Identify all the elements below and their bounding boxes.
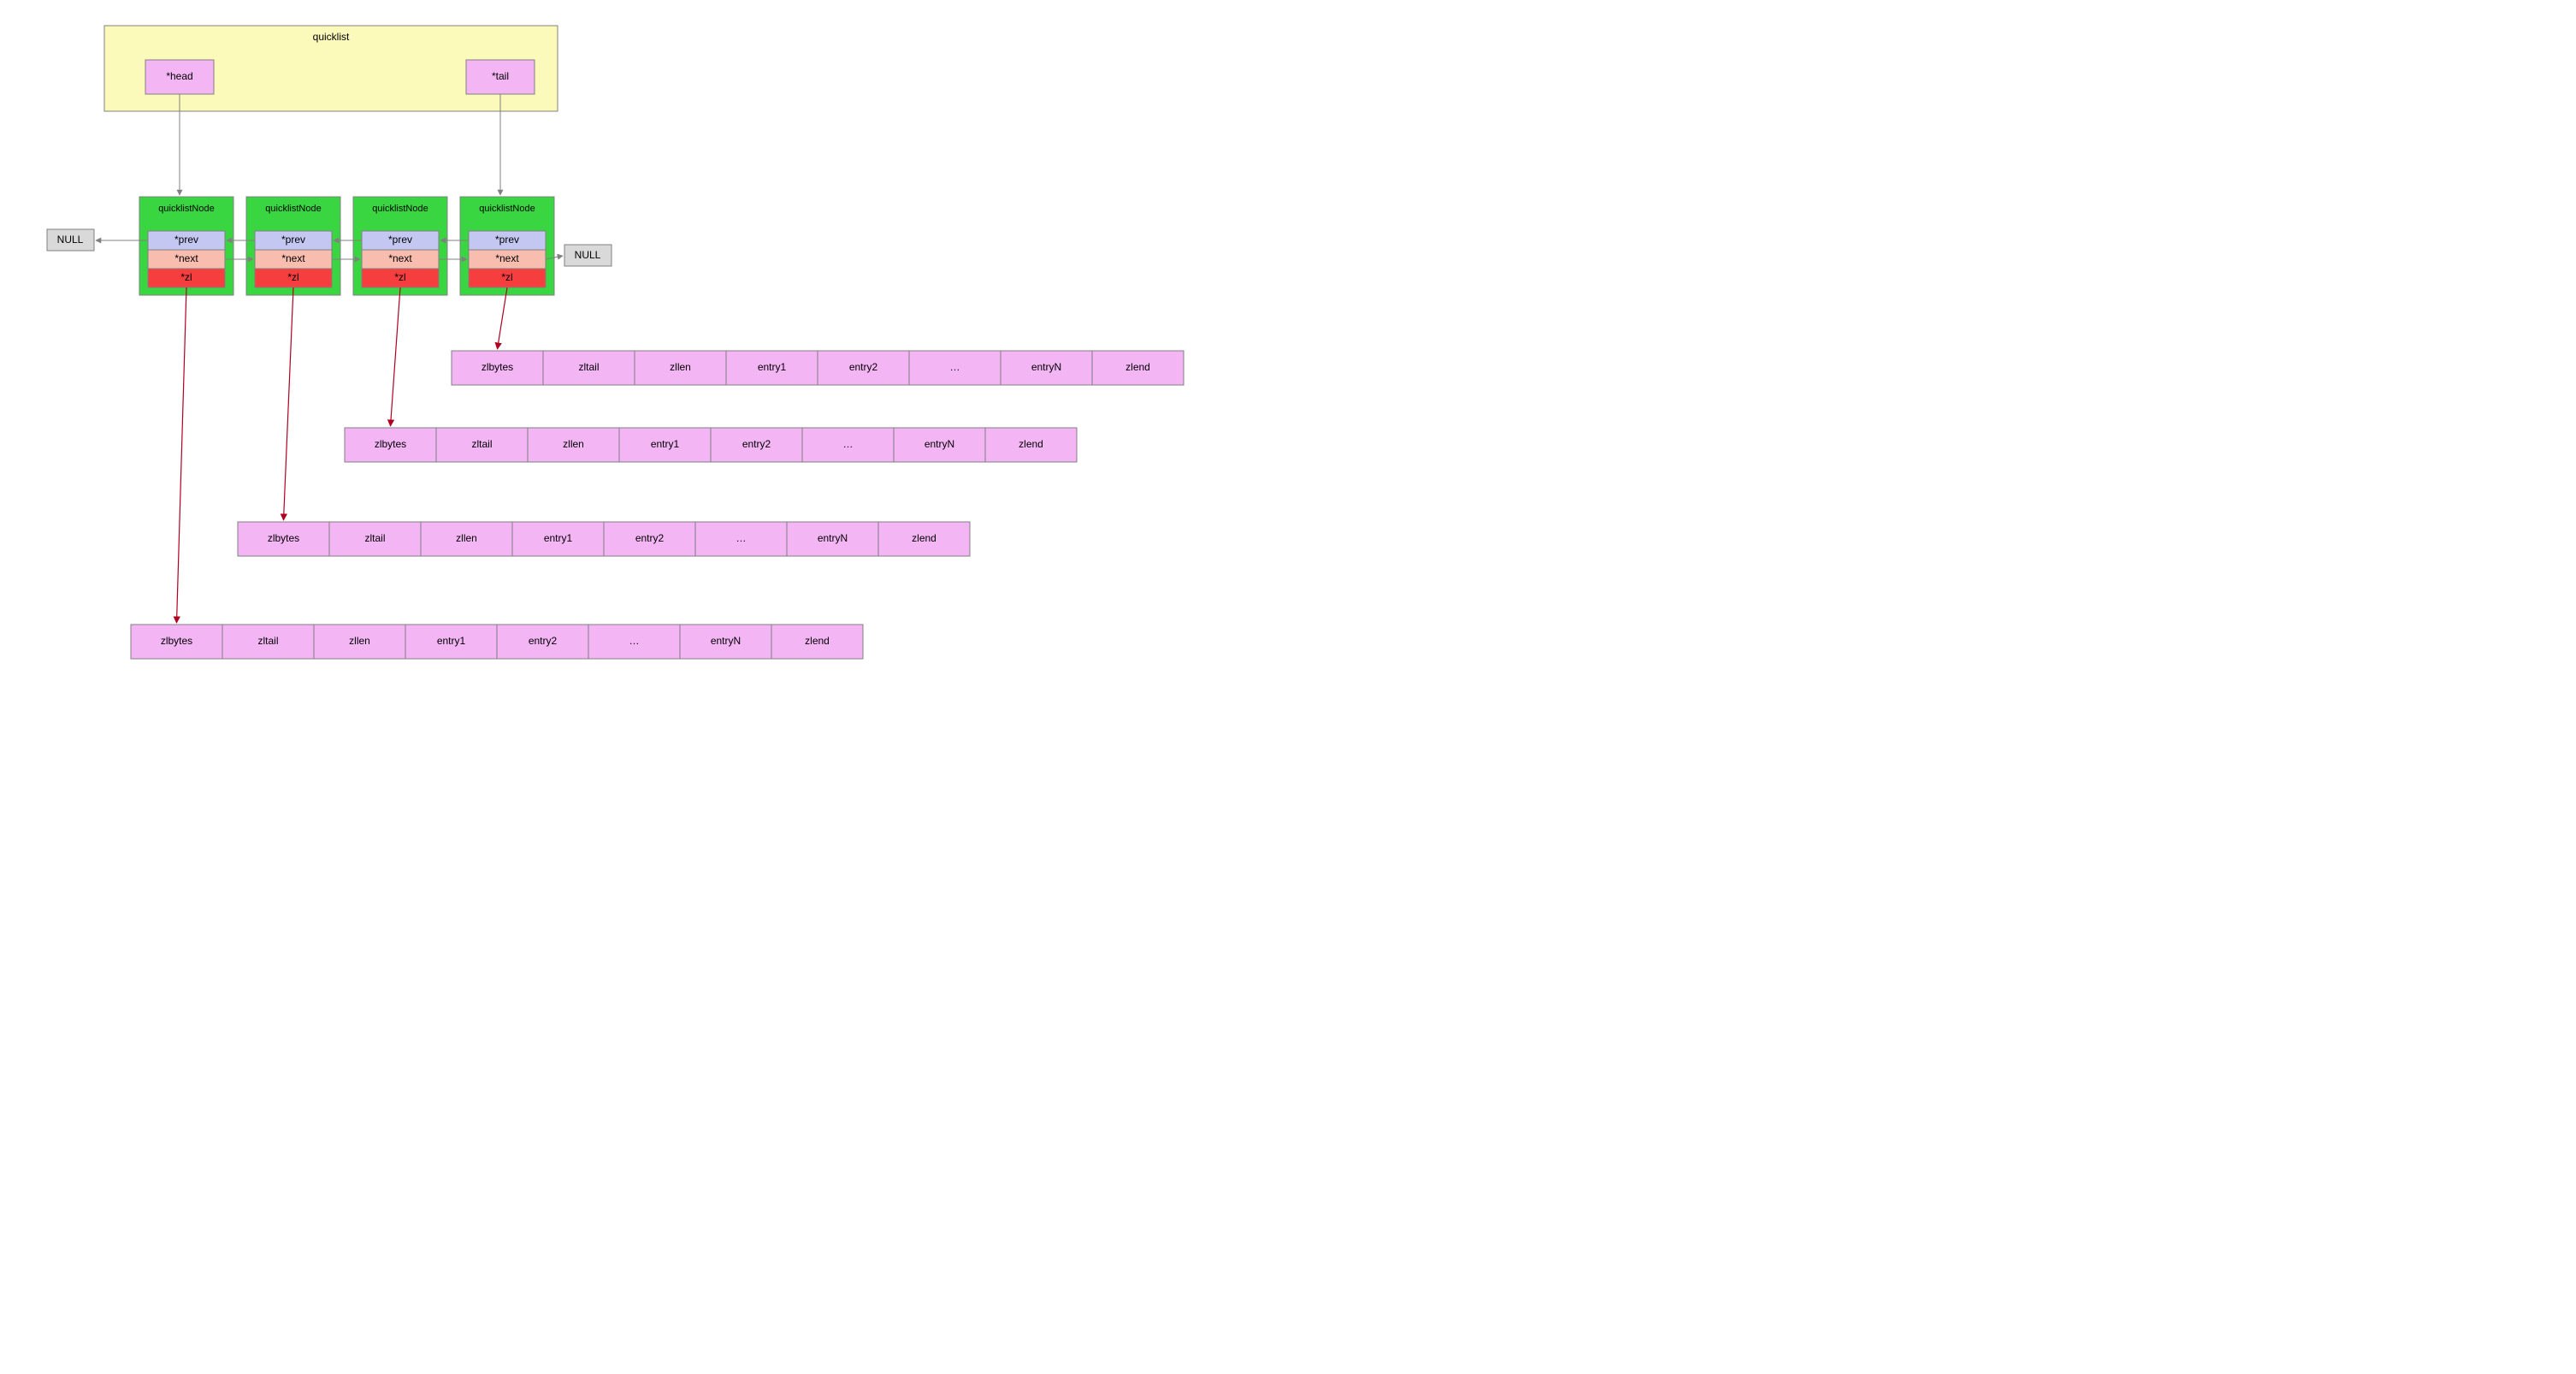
svg-text:…: … bbox=[736, 532, 747, 544]
svg-text:*zl: *zl bbox=[501, 271, 512, 283]
quicklist-diagram: quicklist *head *tail NULL NULL quicklis… bbox=[0, 0, 1288, 687]
svg-text:*zl: *zl bbox=[394, 271, 405, 283]
null-right: NULL bbox=[564, 245, 612, 266]
svg-text:zlend: zlend bbox=[805, 635, 830, 647]
node-title: quicklistNode bbox=[158, 204, 214, 214]
svg-text:*zl: *zl bbox=[287, 271, 298, 283]
svg-text:entry1: entry1 bbox=[544, 532, 573, 544]
svg-text:…: … bbox=[629, 635, 640, 647]
svg-text:…: … bbox=[843, 438, 854, 450]
svg-text:zltail: zltail bbox=[578, 361, 599, 373]
svg-text:*prev: *prev bbox=[281, 234, 305, 246]
svg-text:zllen: zllen bbox=[563, 438, 584, 450]
svg-text:zlbytes: zlbytes bbox=[161, 635, 192, 647]
svg-text:entryN: entryN bbox=[711, 635, 741, 647]
node-title: quicklistNode bbox=[265, 204, 321, 214]
svg-text:entryN: entryN bbox=[818, 532, 848, 544]
ziplist-0: zlbytes zltail zllen entry1 entry2 … entryN zle… bbox=[452, 351, 1184, 385]
svg-text:*prev: *prev bbox=[388, 234, 412, 246]
svg-text:entry1: entry1 bbox=[758, 361, 787, 373]
svg-text:zllen: zllen bbox=[349, 635, 370, 647]
svg-text:entry1: entry1 bbox=[651, 438, 680, 450]
svg-text:zltail: zltail bbox=[471, 438, 492, 450]
quicklist-node-1: quicklistNode *prev *next *zl bbox=[246, 197, 340, 295]
svg-text:*next: *next bbox=[495, 252, 519, 264]
svg-text:entry2: entry2 bbox=[635, 532, 665, 544]
svg-text:zlbytes: zlbytes bbox=[375, 438, 406, 450]
ziplist-2: zlbytes zltail zllen entry1 entry2 … entryN zle… bbox=[238, 522, 970, 556]
svg-text:*prev: *prev bbox=[174, 234, 198, 246]
svg-text:…: … bbox=[950, 361, 960, 373]
svg-text:*prev: *prev bbox=[495, 234, 519, 246]
tail-ptr-label: *tail bbox=[492, 70, 509, 82]
svg-text:entryN: entryN bbox=[925, 438, 954, 450]
svg-text:zlbytes: zlbytes bbox=[482, 361, 513, 373]
svg-text:entry1: entry1 bbox=[437, 635, 466, 647]
svg-text:*zl: *zl bbox=[180, 271, 192, 283]
ziplist-3: zlbytes zltail zllen entry1 entry2 … entryN zle… bbox=[131, 625, 863, 659]
svg-text:*next: *next bbox=[281, 252, 305, 264]
head-ptr-label: *head bbox=[166, 70, 192, 82]
svg-text:entry2: entry2 bbox=[742, 438, 771, 450]
svg-text:zllen: zllen bbox=[670, 361, 691, 373]
svg-text:*next: *next bbox=[174, 252, 198, 264]
svg-text:NULL: NULL bbox=[57, 234, 84, 246]
svg-text:zltail: zltail bbox=[364, 532, 385, 544]
quicklist-title: quicklist bbox=[313, 31, 350, 43]
quicklist-node-2: quicklistNode *prev *next *zl bbox=[353, 197, 447, 295]
null-left: NULL bbox=[47, 229, 94, 251]
svg-text:zlend: zlend bbox=[1126, 361, 1150, 373]
ziplist-1: zlbytes zltail zllen entry1 entry2 … entryN zle… bbox=[345, 428, 1077, 462]
svg-text:zlbytes: zlbytes bbox=[268, 532, 299, 544]
svg-text:zlend: zlend bbox=[1019, 438, 1043, 450]
svg-text:entryN: entryN bbox=[1031, 361, 1061, 373]
quicklist-box: quicklist *head *tail bbox=[104, 26, 558, 111]
svg-text:NULL: NULL bbox=[575, 249, 601, 261]
svg-text:zlend: zlend bbox=[912, 532, 936, 544]
svg-text:zllen: zllen bbox=[456, 532, 477, 544]
svg-text:entry2: entry2 bbox=[529, 635, 558, 647]
node-title: quicklistNode bbox=[479, 204, 535, 214]
svg-text:*next: *next bbox=[388, 252, 412, 264]
quicklist-node-0: quicklistNode *prev *next *zl bbox=[139, 197, 233, 295]
node-title: quicklistNode bbox=[372, 204, 428, 214]
quicklist-node-3: quicklistNode *prev *next *zl bbox=[460, 197, 554, 295]
svg-text:entry2: entry2 bbox=[849, 361, 878, 373]
svg-text:zltail: zltail bbox=[257, 635, 278, 647]
